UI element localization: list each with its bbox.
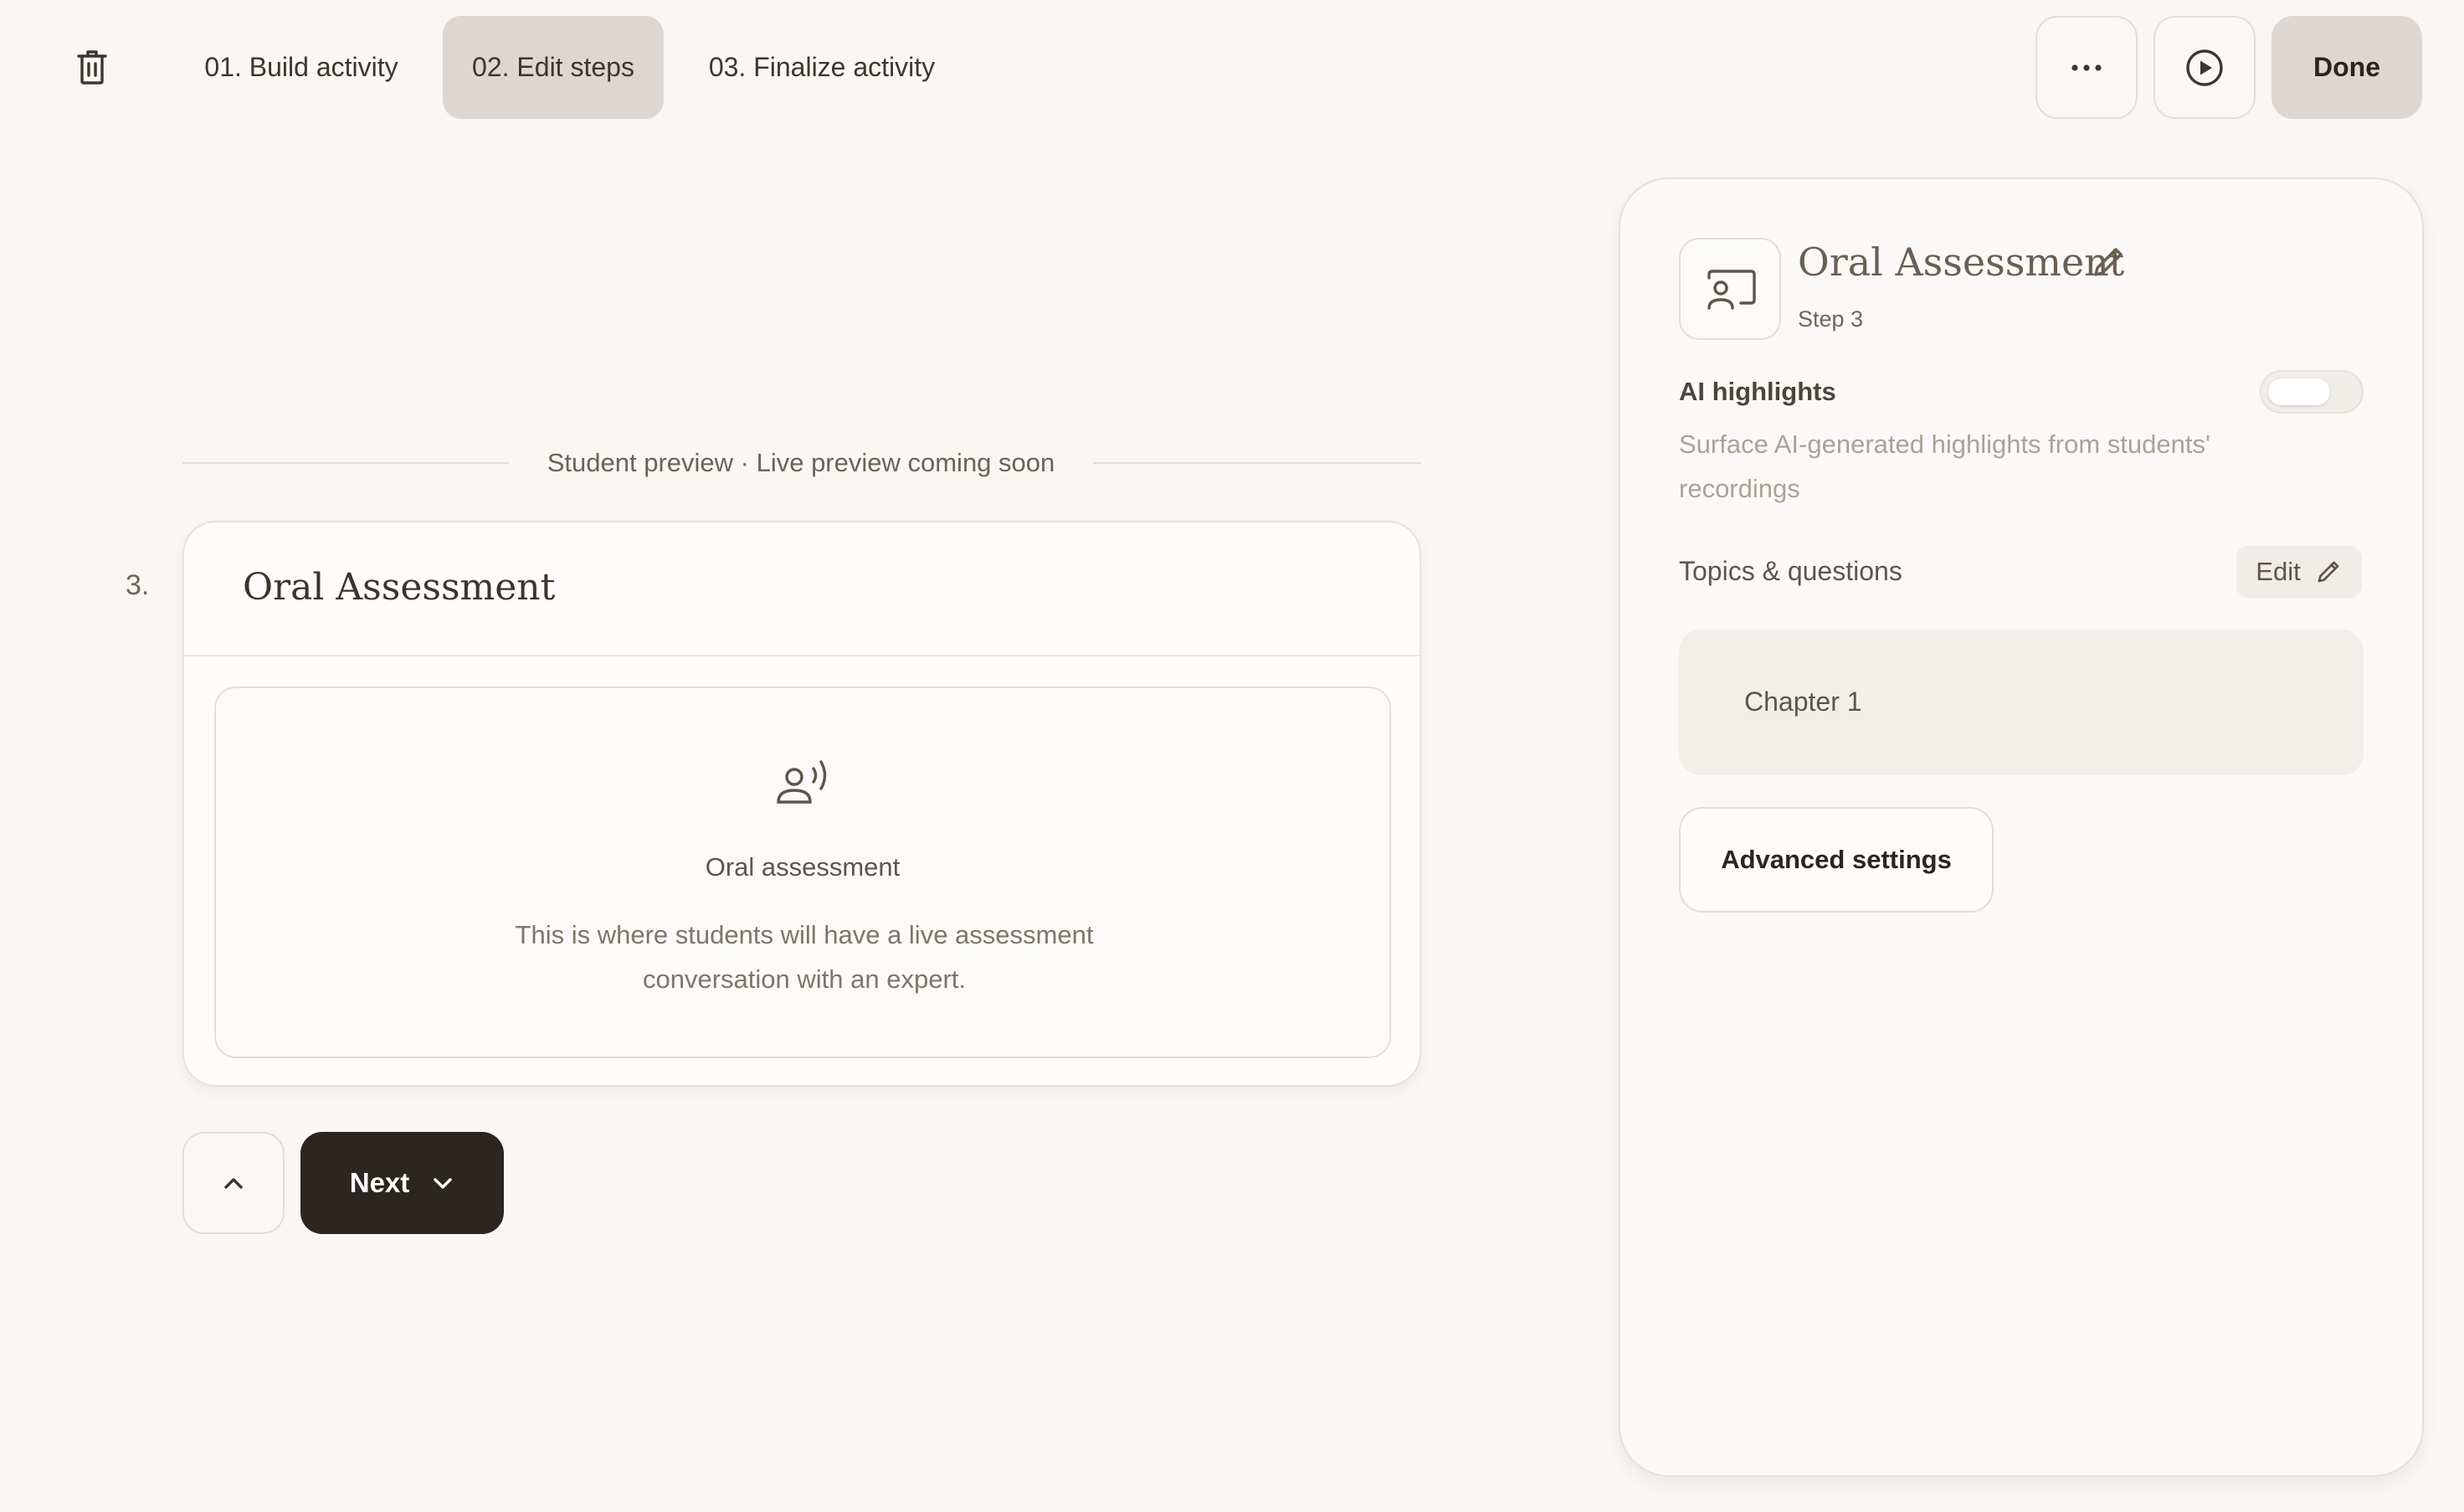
divider-line <box>1093 462 1421 464</box>
topic-item[interactable]: Chapter 1 <box>1679 630 2364 775</box>
done-button[interactable]: Done <box>2272 16 2422 119</box>
next-step-button[interactable]: Next <box>300 1132 504 1234</box>
tab-edit-steps[interactable]: 02. Edit steps <box>443 16 664 119</box>
preview-divider-label: Student preview · Live preview coming so… <box>547 448 1055 477</box>
advanced-settings-button[interactable]: Advanced settings <box>1679 807 1994 913</box>
card-divider <box>184 655 1419 656</box>
oral-assessment-title: Oral assessment <box>705 852 901 882</box>
step-subtitle: Step 3 <box>1798 306 1864 332</box>
chevron-down-icon <box>434 1178 452 1189</box>
pencil-icon[interactable] <box>2089 243 2128 281</box>
step-settings-panel: Oral Assessment Step 3 AI highlights Sur… <box>1619 177 2424 1477</box>
chevron-up-icon <box>224 1178 243 1189</box>
previous-step-button[interactable] <box>182 1132 285 1234</box>
card-title: Oral Assessment <box>243 566 556 609</box>
tab-finalize-activity[interactable]: 03. Finalize activity <box>696 16 947 119</box>
play-circle-icon <box>2186 49 2223 86</box>
tab-build-activity[interactable]: 01. Build activity <box>189 16 413 119</box>
step-title: Oral Assessment <box>1798 239 2125 285</box>
divider-line <box>182 462 509 464</box>
topic-item-label: Chapter 1 <box>1744 687 1862 717</box>
ai-highlights-toggle[interactable] <box>2260 370 2364 414</box>
step-number: 3. <box>126 569 150 601</box>
delete-button[interactable] <box>67 42 117 92</box>
edit-topics-button[interactable]: Edit <box>2236 546 2362 598</box>
oral-assessment-placeholder: Oral assessment This is where students w… <box>214 687 1391 1058</box>
speaking-person-icon <box>777 760 827 804</box>
step-type-icon-box <box>1679 238 1781 340</box>
more-options-button[interactable] <box>2035 16 2138 119</box>
edit-button-label: Edit <box>2256 557 2301 586</box>
next-button-label: Next <box>349 1167 410 1198</box>
ai-highlights-description: Surface AI-generated highlights from stu… <box>1679 429 2210 503</box>
more-horizontal-icon <box>2071 64 2102 71</box>
presenter-icon <box>1707 270 1756 310</box>
oral-assessment-description: This is where students will have a live … <box>515 920 1094 994</box>
preview-play-button[interactable] <box>2153 16 2256 119</box>
topics-questions-label: Topics & questions <box>1679 556 1902 586</box>
student-preview-card: Oral Assessment Oral assessment This is … <box>182 521 1421 1087</box>
trash-icon <box>77 50 107 85</box>
pencil-icon <box>2318 561 2339 583</box>
ai-highlights-label: AI highlights <box>1679 377 1836 406</box>
toggle-knob <box>2268 378 2330 405</box>
